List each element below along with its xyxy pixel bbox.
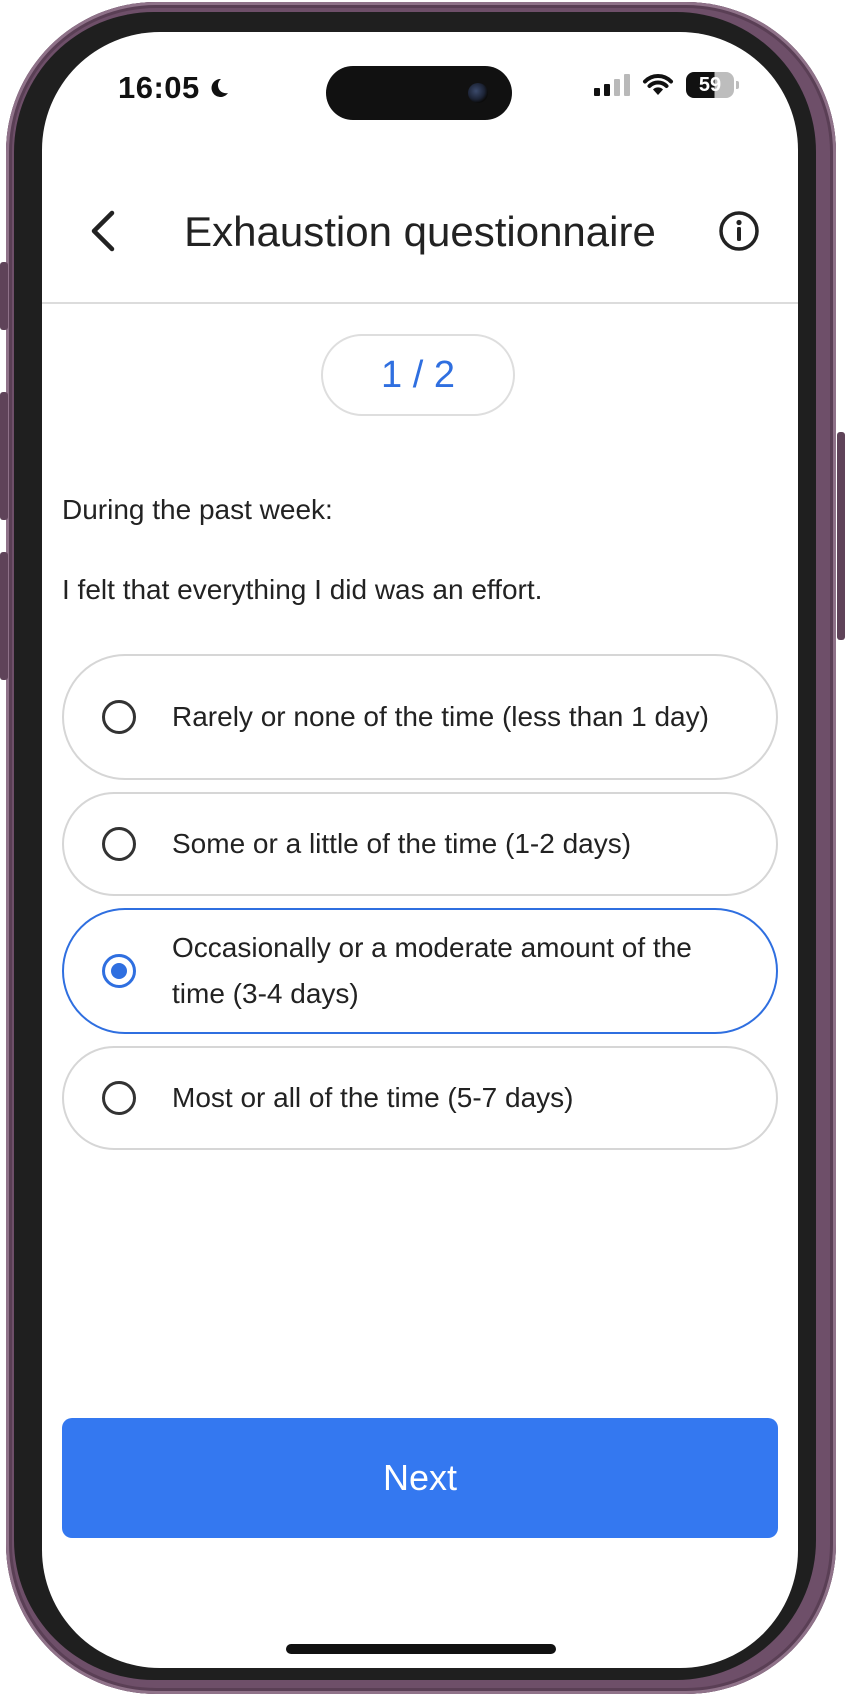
moon-icon xyxy=(211,78,228,97)
volume-up-button xyxy=(0,392,8,520)
power-button xyxy=(837,432,845,640)
answer-options: Rarely or none of the time (less than 1 … xyxy=(62,654,778,1162)
answer-option-some[interactable]: Some or a little of the time (1-2 days) xyxy=(62,792,778,896)
question-intro: During the past week: xyxy=(62,494,333,525)
answer-option-label: Most or all of the time (5-7 days) xyxy=(172,1082,574,1113)
info-button[interactable] xyxy=(718,210,760,252)
action-button xyxy=(0,262,8,330)
radio-button[interactable] xyxy=(102,827,136,861)
wifi-icon xyxy=(643,74,673,95)
radio-button[interactable] xyxy=(102,1081,136,1115)
volume-down-button xyxy=(0,552,8,680)
header: Exhaustion questionnaire xyxy=(42,162,798,304)
status-indicators: 59 xyxy=(594,72,739,98)
cellular-signal-icon xyxy=(594,74,630,96)
battery-icon: 59 xyxy=(686,72,739,98)
question-text: I felt that everything I did was an effo… xyxy=(62,574,543,605)
answer-option-rarely[interactable]: Rarely or none of the time (less than 1 … xyxy=(62,654,778,780)
radio-button[interactable] xyxy=(102,700,136,734)
battery-level: 59 xyxy=(698,73,722,96)
next-button-label: Next xyxy=(382,1457,458,1498)
camera-icon xyxy=(468,83,488,103)
answer-option-label: Rarely or none of the time (less than 1 … xyxy=(172,701,709,732)
page-title: Exhaustion questionnaire xyxy=(184,208,656,255)
screen: 16:05 59 Exhaustion questionnaire 1 / 2 … xyxy=(42,32,798,1668)
answer-option-most[interactable]: Most or all of the time (5-7 days) xyxy=(62,1046,778,1150)
info-circle-icon xyxy=(719,211,759,251)
radio-button[interactable] xyxy=(102,954,136,988)
progress-indicator: 1 / 2 xyxy=(321,334,515,416)
dynamic-island xyxy=(326,66,512,120)
status-time-text: 16:05 xyxy=(118,70,200,105)
home-indicator[interactable] xyxy=(286,1644,556,1654)
answer-option-occasionally[interactable]: Occasionally or a moderate amount of the… xyxy=(62,908,778,1034)
answer-option-label: Some or a little of the time (1-2 days) xyxy=(172,828,632,859)
next-button[interactable]: Next xyxy=(62,1418,778,1538)
progress-label: 1 / 2 xyxy=(381,353,455,396)
answer-option-label: Occasionally or a moderate amount of the… xyxy=(172,932,692,1009)
status-time: 16:05 xyxy=(118,70,230,106)
